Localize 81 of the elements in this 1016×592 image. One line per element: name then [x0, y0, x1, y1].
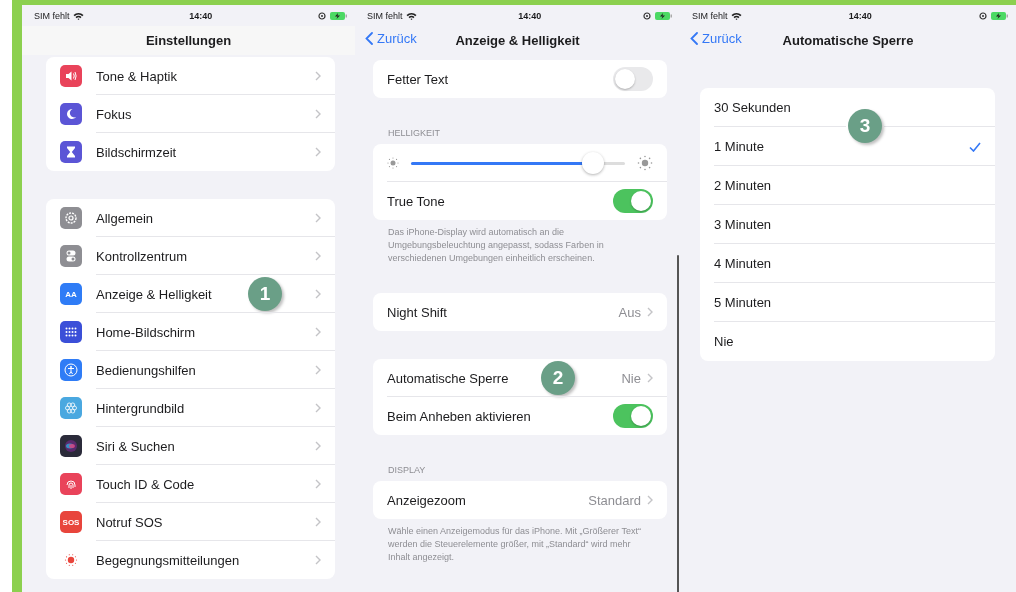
clock-text: 14:40	[189, 10, 213, 21]
back-chevron-icon	[690, 32, 698, 45]
step-number-badge: 1	[248, 277, 282, 311]
option-label[interactable]: 4 Minuten	[714, 256, 772, 271]
text-size-icon: AA	[60, 283, 82, 305]
row-label[interactable]: Begegnungsmitteilungen	[96, 552, 240, 568]
chevron-icon	[315, 365, 321, 375]
row-label[interactable]: Anzeigezoom	[387, 492, 466, 508]
chevron-icon	[315, 251, 321, 261]
battery-icon	[991, 11, 1008, 20]
battery-icon	[655, 11, 672, 20]
section-header: DISPLAY	[388, 465, 427, 476]
step-number-badge: 2	[541, 361, 575, 396]
row-label[interactable]: Kontrollzentrum	[96, 248, 188, 264]
row-label[interactable]: Notruf SOS	[96, 514, 163, 530]
screen-title: Automatische Sperre	[782, 33, 914, 48]
row-label: True Tone	[387, 193, 445, 209]
back-chevron-icon	[365, 32, 373, 45]
toggle-switch[interactable]	[613, 189, 653, 213]
chevron-icon	[647, 373, 653, 384]
option-label[interactable]: 30 Sekunden	[714, 100, 791, 115]
back-button[interactable]: Zurück	[690, 31, 742, 46]
back-button[interactable]: Zurück	[365, 31, 417, 46]
small-sun-icon	[387, 157, 399, 169]
sos-icon: SOS	[60, 511, 82, 533]
lock-rotation-icon	[318, 11, 326, 20]
row-value: Nie	[621, 370, 641, 386]
option-label[interactable]: 1 Minute	[714, 139, 764, 154]
chevron-icon	[315, 517, 321, 527]
row-label[interactable]: Night Shift	[387, 304, 447, 320]
row-label[interactable]: Fokus	[96, 106, 132, 122]
row-value: Standard	[588, 492, 641, 508]
step-number-badge: 3	[848, 109, 882, 143]
row-label[interactable]: Bedienungshilfen	[96, 362, 196, 378]
row-label[interactable]: Tone & Haptik	[96, 68, 177, 84]
clock-text: 14:40	[848, 10, 872, 21]
battery-icon	[330, 11, 347, 20]
screen-title: Einstellungen	[145, 33, 232, 48]
section-footnote: Wähle einen Anzeigemodus für das iPhone. Mit „Größerer Text“ werden die Steuerelemente größer, mit „Standard“ wird mehr Inhalt angezeigt.	[387, 525, 642, 565]
option-label[interactable]: Nie	[714, 334, 734, 349]
row-label[interactable]: Allgemein	[96, 210, 154, 226]
row-label[interactable]: Hintergrundbild	[96, 400, 185, 416]
chevron-icon	[315, 147, 321, 157]
lock-rotation-icon	[979, 11, 987, 20]
chevron-icon	[315, 327, 321, 337]
row-label: Fetter Text	[387, 71, 449, 87]
carrier-text: SIM fehlt	[34, 10, 70, 21]
row-label[interactable]: Automatische Sperre	[387, 370, 509, 386]
chevron-icon	[315, 479, 321, 489]
option-label[interactable]: 2 Minuten	[714, 178, 772, 193]
clock-text: 14:40	[518, 10, 542, 21]
wifi-icon	[405, 11, 417, 20]
option-label[interactable]: 5 Minuten	[714, 295, 772, 310]
chevron-icon	[647, 495, 653, 506]
row-label[interactable]: Touch ID & Code	[96, 476, 195, 492]
chevron-icon	[315, 109, 321, 119]
section-header: HELLIGKEIT	[388, 128, 442, 138]
wifi-icon	[730, 11, 742, 20]
row-label[interactable]: Home-Bildschirm	[96, 324, 195, 340]
row-label[interactable]: Anzeige & Helligkeit	[96, 286, 212, 302]
chevron-icon	[315, 289, 321, 299]
toggle-switch[interactable]	[613, 67, 653, 91]
row-label: Beim Anheben aktivieren	[387, 408, 531, 424]
wifi-icon	[72, 11, 84, 20]
row-value: Aus	[618, 304, 641, 320]
chevron-icon	[315, 403, 321, 413]
row-label[interactable]: Siri & Suchen	[96, 438, 175, 454]
toggle-switch[interactable]	[613, 404, 653, 429]
chevron-icon	[315, 213, 321, 223]
chevron-icon	[315, 441, 321, 451]
carrier-text: SIM fehlt	[692, 10, 728, 21]
lock-rotation-icon	[643, 11, 651, 20]
chevron-icon	[315, 71, 321, 81]
carrier-text: SIM fehlt	[367, 10, 403, 21]
chevron-icon	[647, 307, 653, 318]
large-sun-icon	[637, 155, 653, 171]
chevron-icon	[315, 555, 321, 565]
option-label[interactable]: 3 Minuten	[714, 217, 772, 232]
section-footnote: Das iPhone-Display wird automatisch an die Umgebungsbeleuchtung angepasst, sodass Farben in verschiedenen Umgebungen einheitlich erscheinen.	[387, 226, 605, 266]
screen-title: Anzeige & Helligkeit	[455, 33, 580, 48]
row-label[interactable]: Bildschirmzeit	[96, 144, 177, 160]
